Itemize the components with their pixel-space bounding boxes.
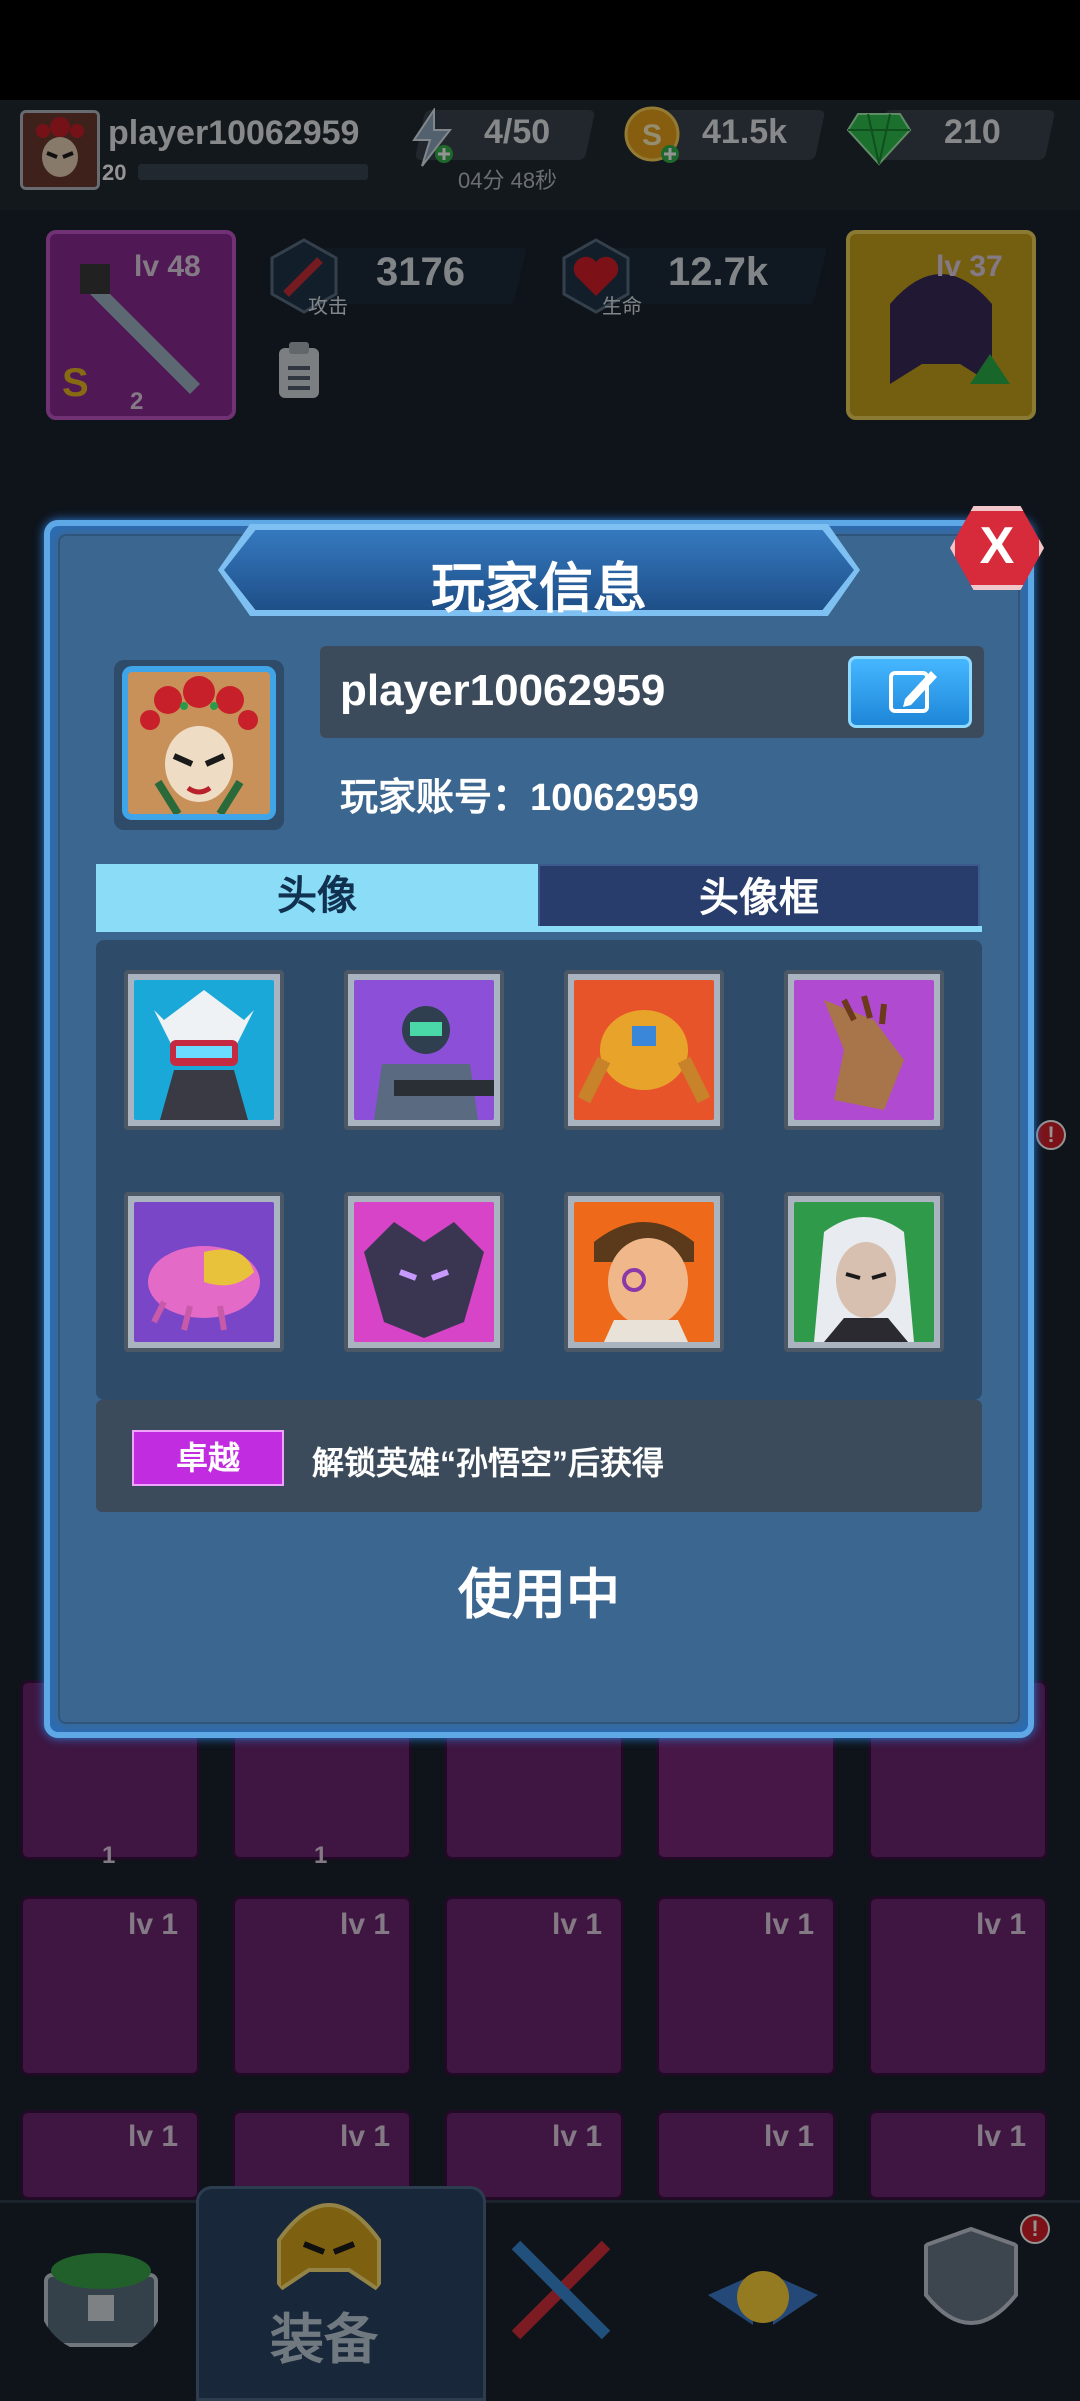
edit-name-button[interactable] <box>848 656 972 728</box>
player-info-dialog: 玩家信息 X player10062959 玩家账号：10062959 头像 头… <box>44 506 1044 1738</box>
mech-robot-avatar <box>574 980 714 1120</box>
space-marine-avatar <box>354 980 494 1120</box>
crawler-monster-avatar <box>134 1202 274 1342</box>
white-hair-elf-avatar <box>794 1202 934 1342</box>
armored-knight-avatar <box>134 980 274 1120</box>
rarity-badge: 卓越 <box>132 1430 284 1486</box>
dark-helmet-avatar <box>354 1202 494 1342</box>
tab-avatar-frame[interactable]: 头像框 <box>538 864 980 928</box>
current-avatar <box>122 666 276 820</box>
avatar-option[interactable] <box>564 970 724 1130</box>
edit-pencil-icon <box>889 671 937 713</box>
alien-beast-avatar <box>794 980 934 1120</box>
avatar-option[interactable] <box>784 1192 944 1352</box>
avatar-grid[interactable] <box>96 940 982 1400</box>
monk-warrior-avatar <box>574 1202 714 1342</box>
avatar-option[interactable] <box>344 970 504 1130</box>
avatar-option[interactable] <box>784 970 944 1130</box>
player-name: player10062959 <box>340 666 666 715</box>
tab-underline <box>96 926 982 932</box>
tab-avatar[interactable]: 头像 <box>96 864 538 928</box>
avatar-option[interactable] <box>124 970 284 1130</box>
unlock-condition: 解锁英雄“孙悟空”后获得 <box>312 1445 665 1481</box>
account-id: 玩家账号：10062959 <box>340 777 700 819</box>
close-icon[interactable]: X <box>950 516 1044 576</box>
status-bar <box>0 0 1080 100</box>
avatar-option[interactable] <box>124 1192 284 1352</box>
dialog-title: 玩家信息 <box>431 559 647 619</box>
opera-mask-icon <box>128 672 270 814</box>
in-use-status: 使用中 <box>458 1565 620 1625</box>
avatar-option[interactable] <box>344 1192 504 1352</box>
avatar-option[interactable] <box>564 1192 724 1352</box>
